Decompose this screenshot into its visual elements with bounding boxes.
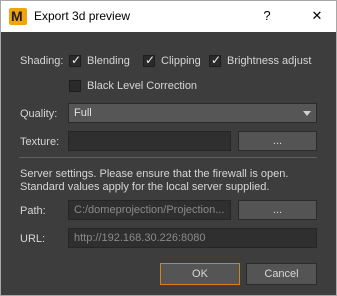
quality-value: Full xyxy=(74,107,92,119)
title-bar: Export 3d preview ? ✕ xyxy=(0,0,337,32)
path-browse-button[interactable]: ... xyxy=(238,200,317,220)
server-description-line1: Server settings. Please ensure that the … xyxy=(20,168,289,180)
chevron-down-icon xyxy=(303,111,311,116)
quality-label: Quality: xyxy=(20,108,58,120)
window-title: Export 3d preview xyxy=(34,9,131,23)
black-level-correction-label[interactable]: Black Level Correction xyxy=(87,80,197,92)
texture-input[interactable] xyxy=(68,131,231,151)
texture-browse-button[interactable]: ... xyxy=(238,131,317,151)
quality-dropdown[interactable]: Full xyxy=(68,103,317,123)
url-label: URL: xyxy=(20,233,46,245)
help-button[interactable]: ? xyxy=(256,6,278,26)
path-input[interactable]: C:/domeprojection/Projection... xyxy=(68,200,231,220)
clipping-checkbox[interactable] xyxy=(143,53,155,67)
brightness-adjust-checkbox[interactable] xyxy=(209,53,221,67)
server-description-line2: Standard values apply for the local serv… xyxy=(20,181,270,193)
clipping-label[interactable]: Clipping xyxy=(161,55,201,67)
shading-label: Shading: xyxy=(20,55,64,67)
texture-label: Texture: xyxy=(20,136,60,148)
separator xyxy=(19,157,317,158)
url-input[interactable]: http://192.168.30.226:8080 xyxy=(68,228,317,248)
blending-label[interactable]: Blending xyxy=(87,55,130,67)
brightness-adjust-label[interactable]: Brightness adjust xyxy=(227,55,311,67)
m-logo-icon xyxy=(9,8,27,25)
ok-button[interactable]: OK xyxy=(160,263,240,285)
close-button[interactable]: ✕ xyxy=(306,6,328,26)
cancel-button[interactable]: Cancel xyxy=(246,263,317,285)
black-level-correction-checkbox[interactable] xyxy=(69,80,81,92)
blending-checkbox[interactable] xyxy=(69,53,81,67)
export-dialog: Shading: Blending Clipping Brightness ad… xyxy=(0,32,337,296)
path-label: Path: xyxy=(20,205,46,217)
